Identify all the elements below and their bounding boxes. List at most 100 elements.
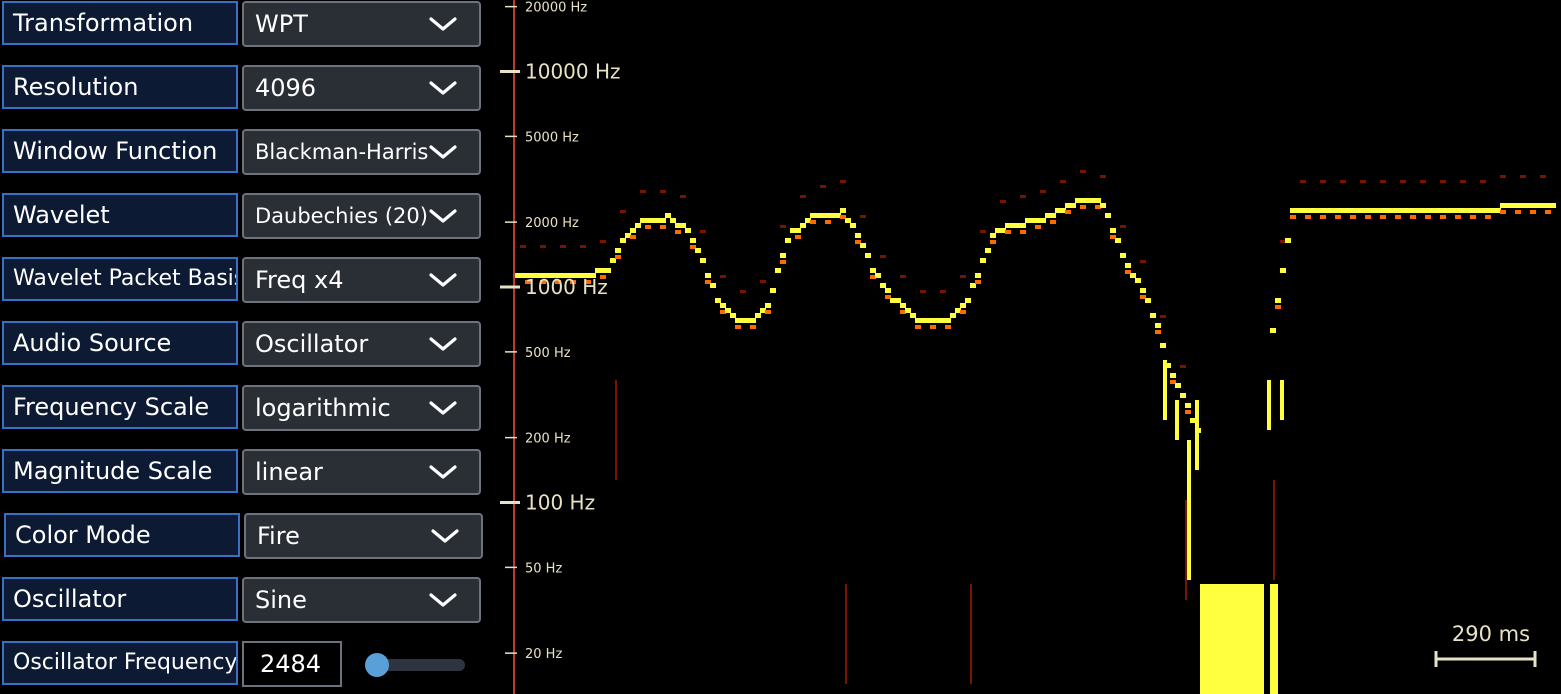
spectrogram-cell — [900, 303, 906, 308]
chevron-down-icon — [431, 529, 459, 543]
spectrogram-cell — [945, 318, 951, 323]
spectrogram-cell — [915, 325, 921, 329]
spectrogram-cell — [1080, 205, 1086, 209]
spectrogram-cell — [1065, 210, 1071, 214]
chevron-down-icon — [429, 401, 457, 415]
spectrogram-cell — [1540, 175, 1546, 178]
spectrogram-cell — [1380, 215, 1386, 219]
window-function-label: Window Function — [2, 129, 238, 173]
oscillator-frequency-input[interactable]: 2484 — [242, 641, 342, 687]
spectrogram-cell — [1135, 278, 1141, 283]
spectrogram-cell — [975, 273, 981, 278]
spectrogram-cell — [740, 290, 746, 293]
magnitude-scale-value: linear — [255, 458, 323, 486]
spectrogram-cell — [1100, 175, 1106, 178]
spectrogram-cell — [1140, 288, 1146, 293]
spectrogram-cell — [765, 310, 771, 314]
audio-source-label: Audio Source — [2, 321, 238, 365]
spectrogram-cell — [605, 268, 611, 273]
frequency-scale-label: Frequency Scale — [2, 385, 238, 429]
frequency-tick-label: 20000 Hz — [525, 1, 587, 16]
spectrogram-cell — [850, 223, 856, 228]
resolution-select[interactable]: 4096 — [242, 65, 481, 111]
spectrogram-cell — [1120, 225, 1126, 228]
spectrogram-cell — [865, 253, 871, 258]
spectrogram-cell — [1335, 215, 1341, 219]
frequency-ticks: 20000 Hz 10000 Hz 5000 Hz 2000 Hz 1000 Hz 500… — [500, 1, 621, 662]
frequency-tick-label: 1000 Hz — [525, 275, 608, 299]
frequency-tick-label: 2000 Hz — [525, 216, 579, 231]
spectrogram-cell — [665, 213, 671, 218]
spectrogram-cell — [1040, 218, 1046, 223]
spectrogram-cell — [1020, 195, 1026, 198]
spectrogram-cell — [1155, 330, 1161, 334]
spectrogram-cell — [920, 290, 926, 293]
spectrogram-cell — [1185, 500, 1187, 600]
spectrogram-cell — [1320, 180, 1326, 183]
color-mode-row: Color Mode Fire — [0, 513, 495, 561]
window-function-select[interactable]: Blackman-Harris — [242, 129, 481, 175]
spectrogram-cell — [1115, 238, 1121, 243]
color-mode-select[interactable]: Fire — [244, 513, 483, 559]
spectrogram-cell — [1545, 210, 1551, 214]
spectrogram-cell — [1180, 365, 1186, 368]
transformation-row: Transformation WPT — [0, 1, 495, 49]
spectrogram-cell — [1300, 180, 1306, 183]
chevron-down-icon — [429, 337, 457, 351]
spectrogram-cell — [825, 220, 831, 224]
spectrogram-cell — [1500, 210, 1506, 214]
frequency-tick-label: 5000 Hz — [525, 130, 579, 145]
spectrogram-cell — [990, 240, 996, 244]
spectrogram-cell — [680, 223, 686, 228]
spectrogram-cell — [1550, 203, 1556, 208]
transformation-select[interactable]: WPT — [242, 1, 481, 47]
magnitude-scale-select[interactable]: linear — [242, 449, 481, 495]
wavelet-select[interactable]: Daubechies (20) — [242, 193, 481, 239]
spectrogram-cell — [620, 238, 626, 243]
spectrogram-cell — [705, 273, 711, 278]
time-scale-label: 290 ms — [1452, 622, 1530, 646]
transformation-value: WPT — [255, 10, 308, 38]
spectrogram-cell — [1130, 273, 1136, 278]
oscillator-frequency-slider-thumb[interactable] — [364, 653, 389, 677]
spectrogram: 20000 Hz 10000 Hz 5000 Hz 2000 Hz 1000 Hz 500… — [500, 0, 1556, 694]
resolution-label: Resolution — [2, 65, 238, 109]
spectrogram-cell — [1470, 215, 1476, 219]
spectrogram-cell — [1080, 170, 1086, 173]
spectrogram-cell — [860, 215, 866, 218]
window-function-row: Window Function Blackman-Harris — [0, 129, 495, 177]
spectrogram-cell — [1160, 343, 1166, 348]
spectrogram-cell — [1180, 393, 1186, 398]
spectrogram-image — [515, 170, 1556, 694]
oscillator-value: Sine — [255, 586, 307, 614]
chevron-down-icon — [429, 273, 457, 287]
chevron-down-icon — [429, 17, 457, 31]
spectrogram-cell — [845, 584, 847, 684]
audio-source-value: Oscillator — [255, 330, 369, 358]
spectrogram-cell — [1395, 215, 1401, 219]
spectrogram-cell — [700, 230, 706, 233]
spectrogram-cell — [1040, 190, 1046, 193]
spectrogram-cell — [780, 225, 786, 228]
spectrogram-cell — [1280, 268, 1286, 273]
frequency-tick-label: 500 Hz — [525, 346, 571, 361]
spectrogram-cell — [1163, 360, 1167, 420]
wavelet-packet-basis-select[interactable]: Freq x4 — [242, 257, 481, 303]
spectrogram-cell — [1460, 180, 1466, 183]
spectrogram-cell — [730, 313, 736, 318]
spectrogram-cell — [635, 223, 641, 228]
spectrogram-cell — [1530, 210, 1536, 214]
time-scale-bracket — [1434, 651, 1537, 667]
resolution-row: Resolution 4096 — [0, 65, 495, 113]
spectrogram-cell — [785, 238, 791, 243]
spectrogram-cell — [1125, 263, 1131, 268]
spectrogram-cell — [1020, 223, 1026, 228]
oscillator-select[interactable]: Sine — [242, 577, 481, 623]
spectrogram-cell — [1290, 215, 1296, 219]
audio-source-select[interactable]: Oscillator — [242, 321, 481, 367]
spectrogram-cell — [820, 185, 826, 188]
frequency-scale-select[interactable]: logarithmic — [242, 385, 481, 431]
spectrogram-cell — [1440, 180, 1446, 183]
spectrogram-cell — [1120, 253, 1126, 258]
spectrogram-cell — [845, 218, 851, 223]
